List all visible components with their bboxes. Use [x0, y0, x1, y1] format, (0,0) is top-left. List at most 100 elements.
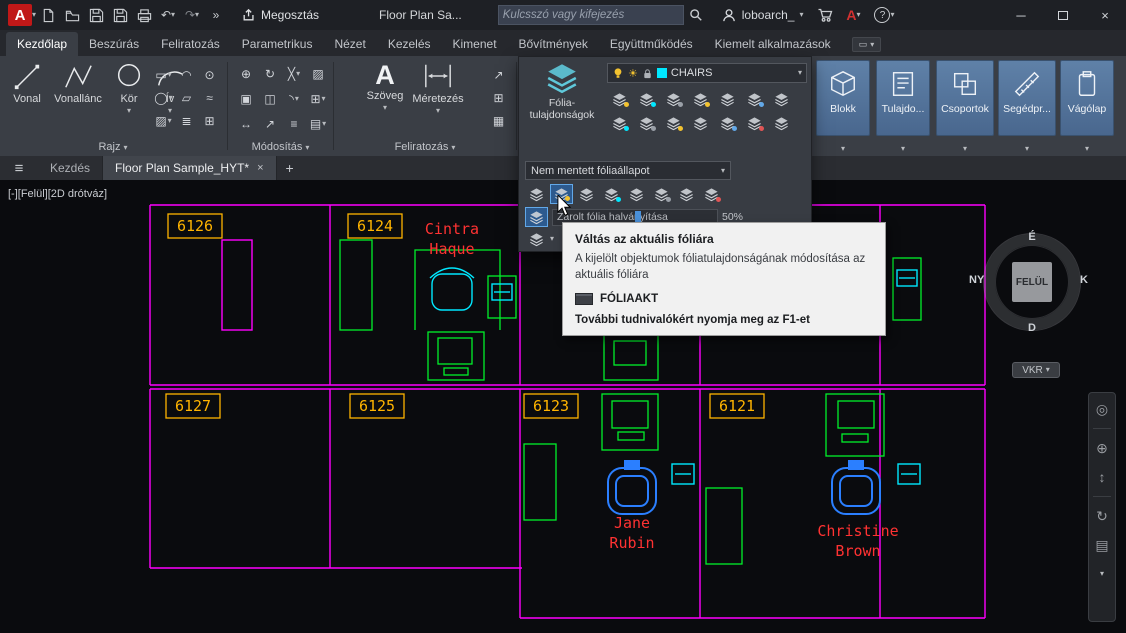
- close-tab-icon[interactable]: ×: [257, 162, 263, 174]
- file-tabs-menu-icon[interactable]: ≡: [0, 156, 38, 180]
- help-icon[interactable]: ? ▾: [874, 4, 896, 26]
- rotate-tool-icon[interactable]: ↻: [258, 61, 282, 86]
- utilities-panel-chevron-icon[interactable]: ▾: [998, 140, 1056, 153]
- groups-panel-button[interactable]: Csoportok: [936, 60, 994, 136]
- polygon-tool-icon[interactable]: ▱: [175, 86, 198, 109]
- showmotion-icon[interactable]: ▤: [1092, 535, 1112, 555]
- groups-panel-chevron-icon[interactable]: ▾: [936, 140, 994, 153]
- layer-off-icon[interactable]: [607, 89, 631, 109]
- navbar-more-chevron-icon[interactable]: ▾: [1092, 564, 1112, 584]
- properties-panel-button[interactable]: Tulajdo...: [876, 60, 930, 136]
- locked-fade-toggle-icon[interactable]: [525, 207, 548, 227]
- steering-wheel-icon[interactable]: ◎: [1092, 399, 1112, 419]
- polyline-tool-button[interactable]: Vonallánc: [51, 60, 105, 115]
- text-tool-button[interactable]: A Szöveg ▾: [363, 60, 407, 115]
- save-as-icon[interactable]: [109, 4, 131, 26]
- redo-icon[interactable]: ↷ ▾: [181, 4, 203, 26]
- layer-freeze-icon[interactable]: [661, 89, 685, 109]
- block-panel-button[interactable]: Blokk: [816, 60, 870, 136]
- tab-kezdolap[interactable]: Kezdőlap: [6, 32, 79, 56]
- layer-unlock-tool-icon[interactable]: [715, 89, 739, 109]
- table-like-tool-icon[interactable]: ⊞: [198, 109, 221, 132]
- layer-tool-10-icon[interactable]: [661, 113, 685, 133]
- circle-tool-button[interactable]: Kör ▾: [107, 60, 151, 115]
- layer-tool-13-icon[interactable]: [742, 113, 766, 133]
- compass-east[interactable]: K: [1080, 274, 1088, 286]
- ellipse-tool-icon[interactable]: ◯ ▾: [152, 86, 175, 109]
- tab-beszuras[interactable]: Beszúrás: [78, 32, 150, 56]
- panel-label-annotate[interactable]: Feliratozás ▾: [335, 141, 515, 153]
- layer-tool-6-icon[interactable]: [742, 89, 766, 109]
- compass-south[interactable]: D: [982, 322, 1082, 334]
- new-tab-button[interactable]: +: [277, 156, 303, 180]
- minimize-button[interactable]: ─: [1000, 0, 1042, 30]
- spline-tool-icon[interactable]: ≈: [198, 86, 221, 109]
- trim-tool-icon[interactable]: ╳ ▾: [282, 61, 306, 86]
- ucs-dropdown[interactable]: VKR ▾: [1012, 362, 1060, 378]
- close-button[interactable]: ×: [1084, 0, 1126, 30]
- clipboard-panel-chevron-icon[interactable]: ▾: [1060, 140, 1114, 153]
- fillet-tool-icon[interactable]: ◝ ▾: [282, 86, 306, 111]
- view-cube[interactable]: FELÜL É NY K D: [969, 231, 1088, 334]
- app-logo[interactable]: A: [8, 4, 32, 26]
- layer-tool-14-icon[interactable]: [769, 113, 793, 133]
- more-modify-tool-icon[interactable]: ▤ ▾: [306, 111, 330, 136]
- ribbon-display-toggle[interactable]: ▭ ▾: [851, 37, 882, 52]
- layer-tool-9-icon[interactable]: [634, 113, 658, 133]
- tab-feliratozas[interactable]: Feliratozás: [150, 32, 231, 56]
- layer-fade-extra-icon[interactable]: [525, 229, 548, 249]
- erase-tool-icon[interactable]: ▨: [306, 61, 330, 86]
- leader-tool-icon[interactable]: ↗: [487, 63, 510, 86]
- layer-select-dropdown[interactable]: ☀ CHAIRS ▾: [607, 63, 807, 83]
- array-tool-icon[interactable]: ⊞ ▾: [306, 86, 330, 111]
- tab-start[interactable]: Kezdés: [38, 156, 104, 180]
- tab-kimenet[interactable]: Kimenet: [442, 32, 508, 56]
- offset-tool-icon[interactable]: ≡: [282, 111, 306, 136]
- tab-bovitmenyek[interactable]: Bővítmények: [508, 32, 599, 56]
- layer-isolate-icon[interactable]: [634, 89, 658, 109]
- view-cube-top-face[interactable]: FELÜL: [1012, 262, 1052, 302]
- clipboard-panel-button[interactable]: Vágólap: [1060, 60, 1114, 136]
- panel-label-draw[interactable]: Rajz ▾: [0, 141, 226, 153]
- layer-merge-icon[interactable]: [625, 184, 648, 204]
- maximize-button[interactable]: [1042, 0, 1084, 30]
- undo-icon[interactable]: ↶ ▾: [157, 4, 179, 26]
- app-menu-chevron-icon[interactable]: ▾: [32, 11, 36, 19]
- hatch-tool-icon[interactable]: ▨ ▾: [152, 109, 175, 132]
- layer-tool-7-icon[interactable]: [769, 89, 793, 109]
- layer-cancel-icon[interactable]: [700, 184, 723, 204]
- save-icon[interactable]: [85, 4, 107, 26]
- search-icon[interactable]: [685, 4, 707, 26]
- arc-extra-tool-icon[interactable]: ◠: [175, 63, 198, 86]
- layer-tool-11-icon[interactable]: [688, 113, 712, 133]
- region-tool-icon[interactable]: ≣: [175, 109, 198, 132]
- compass-north[interactable]: É: [982, 231, 1082, 243]
- point-tool-icon[interactable]: ⊙: [198, 63, 221, 86]
- match-layer-icon[interactable]: [575, 184, 598, 204]
- quick-access-more-icon[interactable]: »: [205, 4, 227, 26]
- compass-west[interactable]: NY: [969, 274, 984, 286]
- move-tool-icon[interactable]: ⊕: [234, 61, 258, 86]
- search-input[interactable]: [502, 9, 679, 21]
- copy-tool-icon[interactable]: ▣: [234, 86, 258, 111]
- tab-kiemelt-alkalmazasok[interactable]: Kiemelt alkalmazások: [704, 32, 842, 56]
- mirror-tool-icon[interactable]: ◫: [258, 86, 282, 111]
- table-tool-icon[interactable]: ⊞: [487, 86, 510, 109]
- layer-tool-12-icon[interactable]: [715, 113, 739, 133]
- search-box[interactable]: [497, 5, 684, 25]
- block-panel-chevron-icon[interactable]: ▾: [816, 140, 870, 153]
- panel-label-modify[interactable]: Módosítás ▾: [229, 141, 332, 153]
- dimension-tool-button[interactable]: Méretezés ▾: [409, 60, 467, 115]
- rectangle-tool-icon[interactable]: ▭ ▾: [152, 63, 175, 86]
- tab-egyuttmukodes[interactable]: Együttműködés: [599, 32, 704, 56]
- properties-panel-chevron-icon[interactable]: ▾: [876, 140, 930, 153]
- utilities-panel-button[interactable]: Segédpr...: [998, 60, 1056, 136]
- layer-state-dropdown[interactable]: Nem mentett fóliaállapot ▾: [525, 161, 731, 180]
- tab-kezeles[interactable]: Kezelés: [377, 32, 442, 56]
- layer-freeze-other-icon[interactable]: [675, 184, 698, 204]
- open-file-icon[interactable]: [61, 4, 83, 26]
- zoom-extents-icon[interactable]: ↕: [1092, 467, 1112, 487]
- layer-delete-icon[interactable]: [650, 184, 673, 204]
- orbit-icon[interactable]: ↻: [1092, 506, 1112, 526]
- tab-nezet[interactable]: Nézet: [323, 32, 376, 56]
